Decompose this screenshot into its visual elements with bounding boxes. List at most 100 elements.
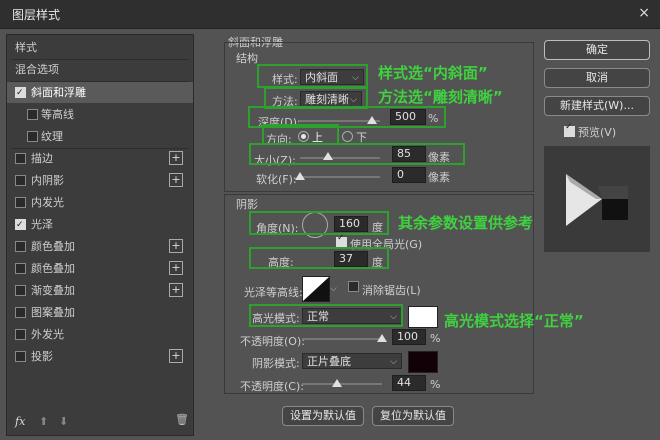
opacity-input-1[interactable]: 100 bbox=[392, 329, 426, 345]
checkbox[interactable] bbox=[15, 215, 26, 236]
sidebar-item-contour[interactable]: 等高线 bbox=[7, 104, 193, 125]
opacity-label-2: 不透明度(C): bbox=[240, 380, 304, 393]
checkbox[interactable] bbox=[15, 241, 26, 252]
sidebar-item-label: 渐变叠加 bbox=[31, 284, 75, 297]
add-icon[interactable]: + bbox=[169, 173, 183, 187]
add-icon[interactable]: + bbox=[169, 349, 183, 363]
shadow-mode-select[interactable]: 正片叠底 ⌵ bbox=[302, 353, 402, 369]
checkbox[interactable] bbox=[15, 153, 26, 164]
sidebar: 样式 混合选项 斜面和浮雕 等高线 纹理 描边 + 内阴影 + 内发光 光泽 颜… bbox=[6, 34, 194, 436]
opacity-slider-thumb-1[interactable] bbox=[377, 334, 387, 342]
sidebar-item-styles[interactable]: 样式 bbox=[7, 37, 193, 58]
checkbox[interactable] bbox=[15, 285, 26, 296]
opacity-unit-1: % bbox=[430, 332, 441, 345]
sidebar-item-inner-shadow[interactable]: 内阴影 + bbox=[7, 170, 193, 191]
highlight-box bbox=[249, 211, 389, 235]
shading-title: 阴影 bbox=[236, 198, 258, 211]
move-up-icon[interactable]: ⬆ bbox=[39, 415, 48, 428]
checkbox[interactable] bbox=[27, 131, 38, 142]
direction-down-radio[interactable] bbox=[342, 131, 353, 142]
sidebar-item-label: 图案叠加 bbox=[31, 306, 75, 319]
checkbox[interactable] bbox=[27, 109, 38, 120]
highlight-box bbox=[249, 304, 403, 327]
sidebar-item-satin[interactable]: 光泽 bbox=[7, 214, 193, 236]
sidebar-item-texture[interactable]: 纹理 bbox=[7, 126, 193, 147]
sidebar-item-stroke[interactable]: 描边 + bbox=[7, 148, 193, 169]
soften-label: 软化(F): bbox=[256, 173, 297, 186]
ok-button[interactable]: 确定 bbox=[544, 40, 650, 60]
set-default-button[interactable]: 设置为默认值 bbox=[282, 406, 364, 426]
preview-shape-icon bbox=[566, 174, 628, 226]
checkbox[interactable] bbox=[15, 175, 26, 186]
add-icon[interactable]: + bbox=[169, 283, 183, 297]
highlight-box bbox=[249, 247, 389, 269]
add-icon[interactable]: + bbox=[169, 151, 183, 165]
sidebar-item-label: 外发光 bbox=[31, 328, 64, 341]
sidebar-item-bevel-emboss[interactable]: 斜面和浮雕 bbox=[7, 82, 193, 104]
sidebar-item-inner-glow[interactable]: 内发光 bbox=[7, 192, 193, 213]
chevron-down-icon[interactable]: ⌵ bbox=[330, 284, 337, 294]
soften-unit: 像素 bbox=[428, 171, 450, 184]
shadow-color-swatch[interactable] bbox=[408, 351, 438, 373]
add-icon[interactable]: + bbox=[169, 239, 183, 253]
sidebar-item-pattern-overlay[interactable]: 图案叠加 bbox=[7, 302, 193, 323]
soften-input[interactable]: 0 bbox=[392, 167, 426, 183]
shadow-mode-label: 阴影模式: bbox=[252, 357, 300, 370]
sidebar-item-outer-glow[interactable]: 外发光 bbox=[7, 324, 193, 345]
gloss-contour-swatch[interactable] bbox=[302, 276, 330, 302]
highlight-box bbox=[249, 143, 465, 165]
trash-icon[interactable]: 🗑 bbox=[175, 413, 189, 426]
sidebar-item-label: 纹理 bbox=[41, 130, 63, 143]
sidebar-item-label: 投影 bbox=[31, 350, 53, 363]
chevron-down-icon: ⌵ bbox=[390, 357, 397, 367]
contour-curve-icon bbox=[303, 277, 329, 301]
sidebar-item-label: 内发光 bbox=[31, 196, 64, 209]
sidebar-item-label: 颜色叠加 bbox=[31, 240, 75, 253]
sidebar-item-color-overlay-2[interactable]: 颜色叠加 + bbox=[7, 258, 193, 279]
add-icon[interactable]: + bbox=[169, 261, 183, 275]
sidebar-item-label: 混合选项 bbox=[15, 63, 59, 76]
soften-slider-track[interactable] bbox=[300, 176, 380, 178]
title-bar bbox=[0, 0, 660, 29]
checkbox[interactable] bbox=[15, 263, 26, 274]
antialias-checkbox[interactable] bbox=[348, 281, 359, 292]
highlight-box bbox=[262, 124, 339, 145]
sidebar-item-label: 描边 bbox=[31, 152, 53, 165]
opacity-input-2[interactable]: 44 bbox=[392, 375, 426, 391]
checkbox[interactable] bbox=[15, 307, 26, 318]
checkbox[interactable] bbox=[15, 351, 26, 362]
opacity-unit-2: % bbox=[430, 378, 441, 391]
preview-label: 预览(V) bbox=[578, 126, 617, 139]
sidebar-item-blending-options[interactable]: 混合选项 bbox=[7, 59, 193, 80]
preview-checkbox[interactable] bbox=[564, 122, 575, 137]
sidebar-item-drop-shadow[interactable]: 投影 + bbox=[7, 346, 193, 367]
new-style-button[interactable]: 新建样式(W)... bbox=[544, 96, 650, 116]
dialog-title: 图层样式 bbox=[12, 8, 61, 22]
sidebar-item-color-overlay[interactable]: 颜色叠加 + bbox=[7, 236, 193, 257]
soften-slider-thumb[interactable] bbox=[295, 172, 305, 180]
fx-icon[interactable]: fx bbox=[15, 415, 25, 428]
opacity-slider-thumb-2[interactable] bbox=[332, 379, 343, 387]
shadow-mode-value: 正片叠底 bbox=[307, 355, 351, 368]
preview-thumbnail bbox=[544, 146, 650, 252]
close-icon[interactable]: × bbox=[638, 5, 650, 21]
opacity-slider-track-1[interactable] bbox=[302, 338, 382, 340]
antialias-label: 消除锯齿(L) bbox=[362, 284, 421, 297]
annotation-technique: 方法选“雕刻清晰” bbox=[378, 88, 503, 106]
sidebar-item-label: 内阴影 bbox=[31, 174, 64, 187]
highlight-color-swatch[interactable] bbox=[408, 306, 438, 328]
reset-default-button[interactable]: 复位为默认值 bbox=[372, 406, 454, 426]
sidebar-item-gradient-overlay[interactable]: 渐变叠加 + bbox=[7, 280, 193, 301]
move-down-icon[interactable]: ⬇ bbox=[59, 415, 68, 428]
checkbox[interactable] bbox=[15, 197, 26, 208]
sidebar-item-label: 颜色叠加 bbox=[31, 262, 75, 275]
checkbox[interactable] bbox=[15, 329, 26, 340]
sidebar-item-label: 斜面和浮雕 bbox=[31, 86, 86, 99]
structure-title: 结构 bbox=[236, 52, 258, 65]
gloss-contour-label: 光泽等高线: bbox=[244, 286, 303, 299]
cancel-button[interactable]: 取消 bbox=[544, 68, 650, 88]
checkbox[interactable] bbox=[15, 83, 26, 104]
highlight-box bbox=[257, 64, 368, 88]
sidebar-item-label: 光泽 bbox=[31, 218, 53, 231]
annotation-params: 其余参数设置供参考 bbox=[398, 214, 534, 232]
